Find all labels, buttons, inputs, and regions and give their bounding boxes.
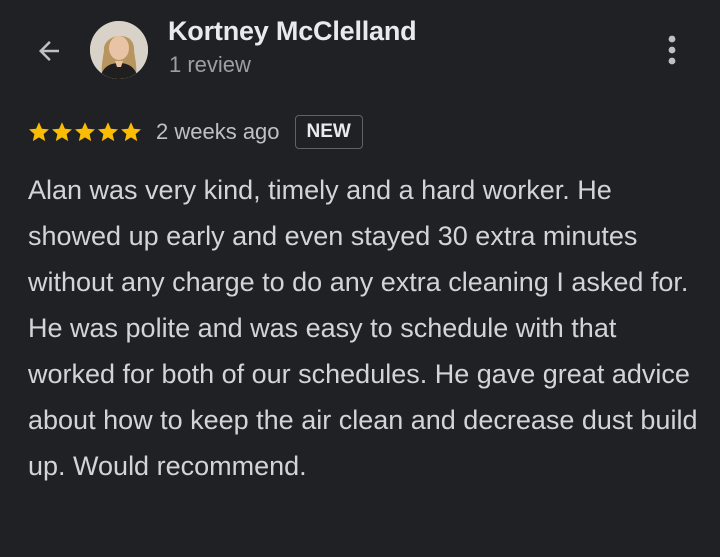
avatar-image [90,21,148,79]
star-icon [98,122,118,142]
back-button[interactable] [26,28,72,74]
more-vert-icon [668,35,676,65]
arrow-back-icon [39,41,59,61]
review-detail-screen: Kortney McClelland 1 review 2 weeks ago … [0,0,720,557]
star-icon [52,122,72,142]
star-icon [75,122,95,142]
review-date: 2 weeks ago [156,119,280,144]
more-options-button[interactable] [652,30,692,70]
rating-row: 2 weeks ago NEW [27,114,363,150]
star-icon [29,122,49,142]
star-rating [27,120,142,144]
new-badge: NEW [294,115,363,149]
star-icon [121,122,141,142]
reviewer-name[interactable]: Kortney McClelland [168,16,417,47]
review-text: Alan was very kind, timely and a hard wo… [28,175,698,481]
review-count: 1 review [169,52,251,77]
avatar[interactable] [90,21,148,79]
